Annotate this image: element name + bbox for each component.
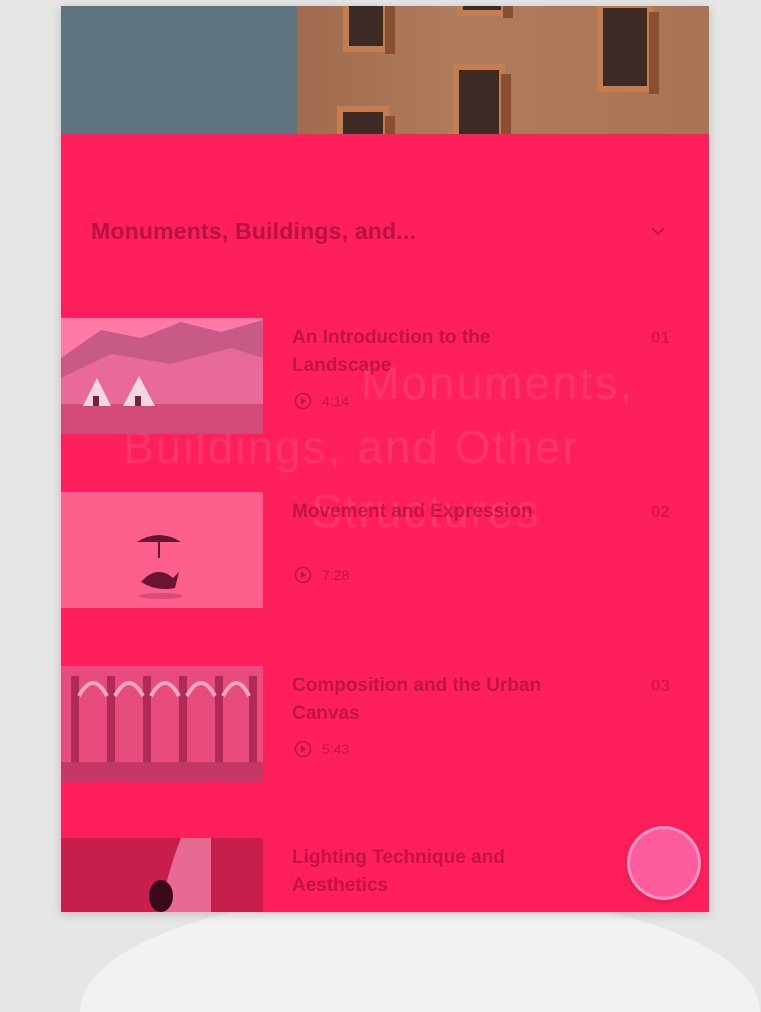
lesson-number: 03 bbox=[651, 676, 670, 695]
lesson-thumbnail bbox=[61, 838, 263, 912]
lesson-number: 01 bbox=[651, 328, 670, 347]
section-title: Monuments, Buildings, and... bbox=[91, 218, 417, 244]
lesson-duration: 4:14 bbox=[294, 392, 349, 410]
building-window bbox=[597, 6, 659, 94]
lesson-item[interactable]: Composition and the Urban Canvas 5:43 03 bbox=[61, 666, 709, 786]
play-circle-icon bbox=[294, 566, 312, 584]
lesson-duration: 5:43 bbox=[294, 740, 349, 758]
lesson-title: Composition and the Urban Canvas bbox=[292, 675, 542, 724]
play-circle-icon bbox=[294, 392, 312, 410]
lesson-title: Movement and Expression bbox=[292, 501, 533, 522]
lesson-title: Lighting Technique and Aesthetics bbox=[292, 847, 505, 896]
fab-button[interactable] bbox=[627, 826, 701, 900]
building-window bbox=[337, 106, 395, 134]
lesson-thumbnail bbox=[61, 666, 263, 782]
app-screen: Monuments, Buildings, and Other Structur… bbox=[61, 6, 709, 912]
hero-image bbox=[61, 6, 709, 134]
lesson-item[interactable]: An Introduction to the Landscape 4:14 01 bbox=[61, 318, 709, 438]
play-circle-icon bbox=[294, 740, 312, 758]
content-panel: Monuments, Buildings, and Other Structur… bbox=[61, 134, 709, 912]
hero-sky bbox=[61, 6, 297, 134]
lesson-thumbnail bbox=[61, 318, 263, 434]
chevron-down-icon[interactable] bbox=[649, 222, 667, 240]
building-window bbox=[453, 64, 511, 134]
lesson-item[interactable]: Movement and Expression 7:28 02 bbox=[61, 492, 709, 612]
lesson-title: An Introduction to the Landscape bbox=[292, 327, 491, 376]
duration-text: 7:28 bbox=[322, 567, 350, 583]
lesson-thumbnail bbox=[61, 492, 263, 608]
duration-text: 4:14 bbox=[322, 393, 350, 409]
duration-text: 5:43 bbox=[322, 741, 350, 757]
lesson-number: 02 bbox=[651, 502, 670, 521]
building-window bbox=[343, 6, 395, 54]
building-window bbox=[457, 6, 513, 18]
hero-building bbox=[297, 6, 709, 134]
lesson-item[interactable]: Lighting Technique and Aesthetics bbox=[61, 838, 709, 912]
lesson-duration: 7:28 bbox=[294, 566, 349, 584]
